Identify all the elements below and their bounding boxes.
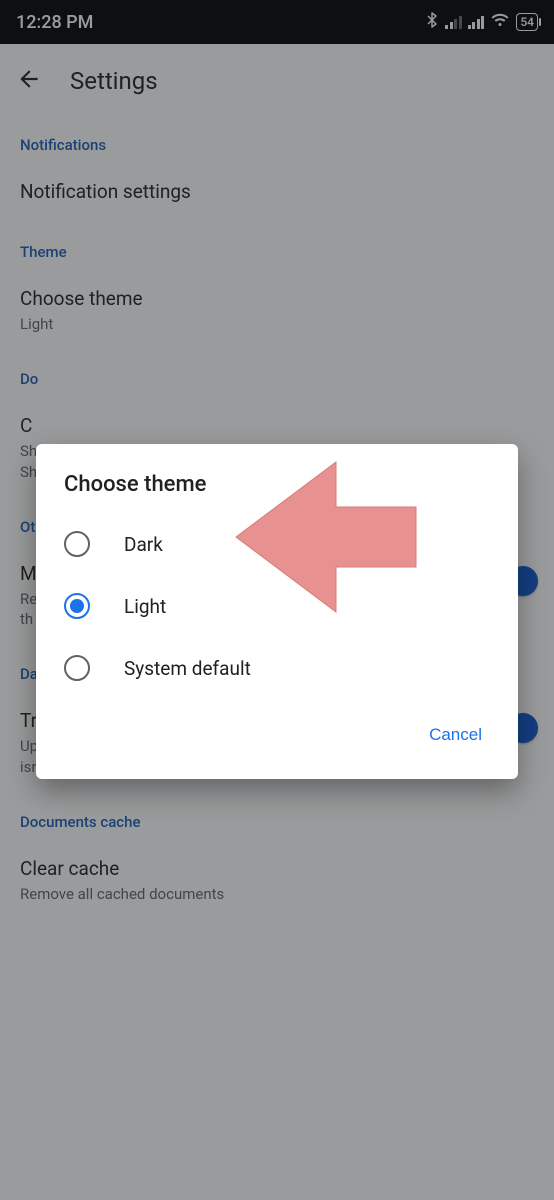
radio-light-icon: [64, 593, 90, 619]
option-system-default[interactable]: System default: [36, 637, 518, 699]
option-dark[interactable]: Dark: [36, 513, 518, 575]
option-dark-label: Dark: [124, 533, 163, 556]
option-system-label: System default: [124, 657, 251, 680]
radio-dark-icon: [64, 531, 90, 557]
radio-system-icon: [64, 655, 90, 681]
cancel-button[interactable]: Cancel: [417, 715, 494, 755]
dialog-title: Choose theme: [36, 472, 518, 513]
theme-dialog: Choose theme Dark Light System default C…: [36, 444, 518, 779]
option-light-label: Light: [124, 595, 166, 618]
option-light[interactable]: Light: [36, 575, 518, 637]
